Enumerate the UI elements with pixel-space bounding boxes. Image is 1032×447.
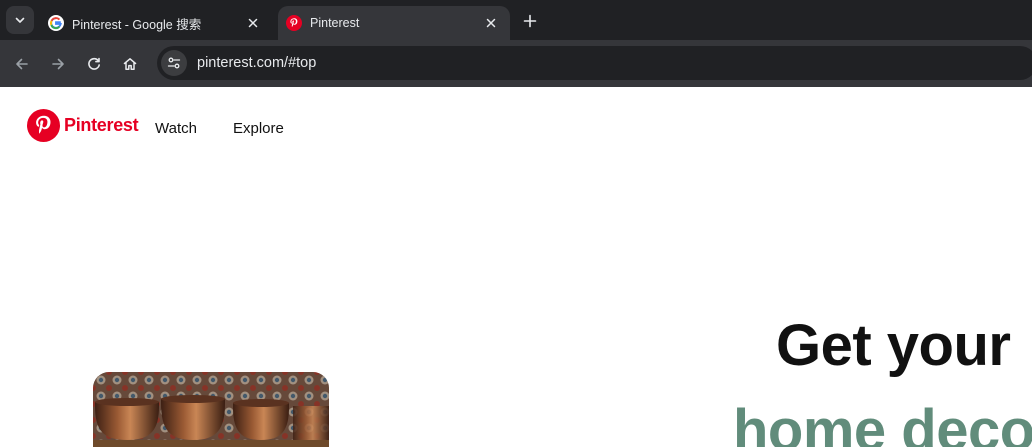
- reload-button[interactable]: [80, 50, 108, 78]
- nav-link-watch[interactable]: Watch: [155, 120, 197, 137]
- tune-icon: [167, 57, 181, 69]
- plus-icon: [523, 14, 537, 28]
- pinterest-favicon-icon: [286, 15, 302, 31]
- google-favicon-icon: [48, 15, 64, 31]
- tab-title: Pinterest - Google 搜索: [72, 17, 202, 32]
- close-icon: [486, 18, 496, 28]
- url-text: pinterest.com/#top: [197, 55, 317, 71]
- arrow-right-icon: [52, 58, 64, 70]
- tab-strip: Pinterest - Google 搜索 Pinterest: [0, 0, 1032, 40]
- site-info-button[interactable]: [161, 50, 187, 76]
- home-icon: [123, 58, 137, 70]
- logo-wordmark: Pinterest: [64, 115, 139, 135]
- close-tab-button[interactable]: [482, 14, 500, 32]
- tab-title: Pinterest: [310, 16, 360, 30]
- back-button[interactable]: [8, 50, 36, 78]
- home-button[interactable]: [116, 50, 144, 78]
- hero-headline-line2: home deco: [733, 398, 1032, 447]
- arrow-left-icon: [16, 58, 28, 70]
- copper-pots-image: [93, 372, 329, 447]
- address-bar[interactable]: pinterest.com/#top: [157, 46, 1032, 80]
- pinterest-page: Pinterest Watch Explore Get your home de…: [0, 87, 1032, 447]
- tab-search-button[interactable]: [6, 6, 34, 34]
- chevron-down-icon: [15, 17, 25, 23]
- browser-toolbar: pinterest.com/#top: [0, 40, 1032, 87]
- forward-button[interactable]: [44, 50, 72, 78]
- new-tab-button[interactable]: [518, 9, 542, 33]
- close-icon: [248, 18, 258, 28]
- close-tab-button[interactable]: [244, 14, 262, 32]
- tab-google-search[interactable]: Pinterest - Google 搜索: [40, 6, 272, 40]
- pin-image-copper-pots[interactable]: [93, 372, 329, 447]
- hero-headline-line1: Get your: [776, 313, 1011, 378]
- tab-pinterest[interactable]: Pinterest: [278, 6, 510, 40]
- reload-icon: [88, 57, 100, 70]
- pinterest-logo-icon: [27, 109, 60, 142]
- nav-link-explore[interactable]: Explore: [233, 120, 284, 137]
- pinterest-logo[interactable]: Pinterest: [27, 109, 139, 142]
